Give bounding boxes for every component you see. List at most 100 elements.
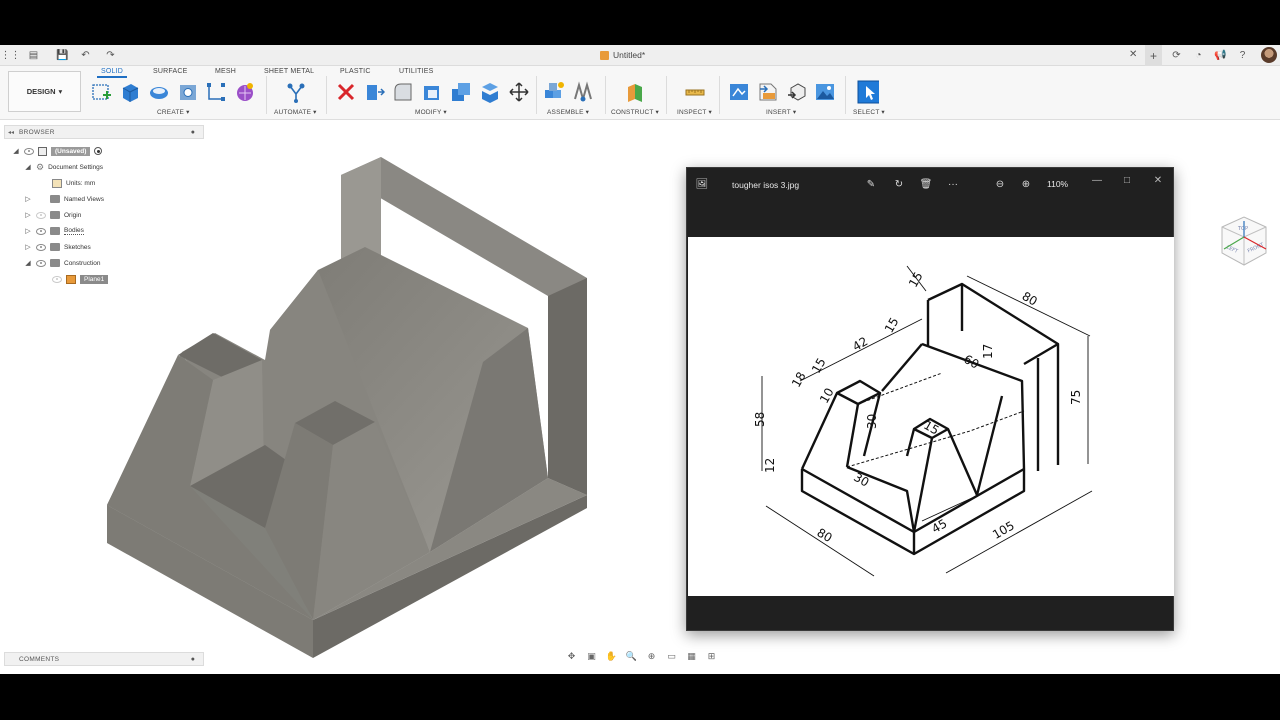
move-copy-icon[interactable] bbox=[508, 81, 530, 103]
combine-icon[interactable] bbox=[450, 81, 472, 103]
tab-plastic[interactable]: PLASTIC bbox=[340, 68, 371, 75]
extensions-icon[interactable]: ⟳ bbox=[1170, 49, 1183, 62]
orbit-icon[interactable]: ✥ bbox=[563, 650, 580, 662]
create-sketch-icon[interactable] bbox=[91, 81, 113, 103]
offset-plane-icon[interactable] bbox=[624, 81, 646, 103]
visibility-eye-icon[interactable] bbox=[36, 211, 46, 219]
tree-units[interactable]: Units: mm bbox=[52, 176, 95, 190]
expand-triangle-icon[interactable]: ◢ bbox=[12, 147, 20, 155]
tree-plane1[interactable]: Plane1 bbox=[52, 272, 109, 286]
file-menu-icon[interactable]: ▤ bbox=[27, 49, 40, 62]
group-automate-label[interactable]: AUTOMATE ▾ bbox=[274, 108, 317, 116]
expand-triangle-icon[interactable]: ◢ bbox=[24, 163, 32, 171]
extrude-box-icon[interactable] bbox=[119, 81, 141, 103]
browser-panel-header[interactable]: ◂◂ BROWSER ● bbox=[4, 125, 204, 139]
browser-pin-icon[interactable]: ● bbox=[191, 129, 195, 136]
view-cube[interactable]: TOP LEFT FRONT bbox=[1214, 213, 1274, 277]
tab-sheet-metal[interactable]: SHEET METAL bbox=[264, 68, 314, 75]
tab-mesh[interactable]: MESH bbox=[215, 68, 236, 75]
zoom-in-icon[interactable]: ⊕ bbox=[1018, 177, 1034, 191]
insert-derive-icon[interactable] bbox=[728, 81, 750, 103]
select-cursor-icon[interactable] bbox=[857, 80, 879, 104]
grid-settings-icon[interactable]: ▦ bbox=[683, 650, 700, 662]
active-radio-icon[interactable] bbox=[94, 147, 103, 155]
close-window-icon[interactable]: ✕ bbox=[1150, 173, 1166, 187]
zoom-icon[interactable]: 🔍 bbox=[623, 650, 640, 662]
insert-mesh-icon[interactable] bbox=[786, 81, 808, 103]
pan-hand-icon[interactable]: ✋ bbox=[603, 650, 620, 662]
expand-triangle-icon[interactable]: ▷ bbox=[24, 243, 32, 251]
document-tab[interactable]: Untitled* bbox=[600, 50, 645, 60]
fillet-icon[interactable] bbox=[392, 81, 414, 103]
revolve-icon[interactable] bbox=[148, 81, 170, 103]
group-create-label[interactable]: CREATE ▾ bbox=[157, 108, 190, 116]
expand-triangle-icon[interactable]: ▷ bbox=[24, 211, 32, 219]
group-assemble-label[interactable]: ASSEMBLE ▾ bbox=[547, 108, 589, 116]
split-body-icon[interactable] bbox=[479, 81, 501, 103]
tree-construction[interactable]: ◢ Construction bbox=[24, 256, 101, 270]
apps-grid-icon[interactable]: ⋮⋮ bbox=[1, 49, 21, 62]
delete-trash-icon[interactable]: 🗑 bbox=[918, 177, 934, 191]
new-component-icon[interactable] bbox=[543, 81, 565, 103]
comments-panel[interactable]: COMMENTS ● bbox=[4, 652, 204, 666]
comments-pin-icon[interactable]: ● bbox=[191, 656, 195, 663]
joint-icon[interactable] bbox=[572, 81, 594, 103]
group-construct-label[interactable]: CONSTRUCT ▾ bbox=[611, 108, 659, 116]
canvas-image-icon[interactable] bbox=[814, 81, 836, 103]
undo-icon[interactable]: ↶ bbox=[79, 49, 92, 62]
zoom-out-icon[interactable]: ⊖ bbox=[992, 177, 1008, 191]
expand-triangle-icon[interactable]: ▷ bbox=[24, 227, 32, 235]
job-status-icon[interactable]: ◔ bbox=[1192, 49, 1205, 62]
tab-solid[interactable]: SOLID bbox=[96, 68, 128, 78]
more-options-icon[interactable]: ··· bbox=[945, 177, 961, 191]
user-avatar[interactable] bbox=[1261, 47, 1277, 63]
edit-image-icon[interactable]: ✎ bbox=[863, 177, 879, 191]
maximize-icon[interactable]: □ bbox=[1119, 173, 1135, 187]
tab-utilities[interactable]: UTILITIES bbox=[399, 68, 433, 75]
tab-surface[interactable]: SURFACE bbox=[153, 68, 187, 75]
insert-svg-icon[interactable] bbox=[757, 81, 779, 103]
group-insert-label[interactable]: INSERT ▾ bbox=[766, 108, 796, 116]
shell-icon[interactable] bbox=[421, 81, 443, 103]
visibility-eye-icon[interactable] bbox=[36, 227, 46, 235]
tree-bodies[interactable]: ▷ Bodies bbox=[24, 224, 84, 238]
automate-icon[interactable] bbox=[285, 81, 307, 103]
workspace-design-button[interactable]: DESIGN ▾ bbox=[8, 71, 81, 112]
look-at-icon[interactable]: ▣ bbox=[583, 650, 600, 662]
expand-triangle-icon[interactable]: ◢ bbox=[24, 259, 32, 267]
visibility-eye-icon[interactable] bbox=[36, 243, 46, 251]
tree-root[interactable]: ◢ (Unsaved) bbox=[12, 144, 103, 158]
group-inspect-label[interactable]: INSPECT ▾ bbox=[677, 108, 712, 116]
hole-icon[interactable] bbox=[177, 81, 199, 103]
display-settings-icon[interactable]: ▭ bbox=[663, 650, 680, 662]
delete-icon[interactable] bbox=[335, 81, 357, 103]
tree-document-settings[interactable]: ◢ ⚙ Document Settings bbox=[24, 160, 103, 174]
expand-triangle-icon[interactable]: ▷ bbox=[24, 195, 32, 203]
tree-origin[interactable]: ▷ Origin bbox=[24, 208, 81, 222]
visibility-eye-icon[interactable] bbox=[52, 275, 62, 283]
photos-viewer-window[interactable]: 🖼 tougher isos 3.jpg ✎ ↻ 🗑 ··· ⊖ ⊕ 110% … bbox=[686, 167, 1174, 631]
close-tab-icon[interactable]: ✕ bbox=[1129, 49, 1137, 60]
measure-icon[interactable] bbox=[684, 81, 706, 103]
visibility-eye-icon[interactable] bbox=[24, 147, 34, 155]
visibility-eye-icon[interactable] bbox=[36, 259, 46, 267]
form-icon[interactable] bbox=[234, 81, 256, 103]
redo-icon[interactable]: ↷ bbox=[104, 49, 117, 62]
group-select-label[interactable]: SELECT ▾ bbox=[853, 108, 885, 116]
help-icon[interactable]: ? bbox=[1236, 49, 1249, 62]
rotate-icon[interactable]: ↻ bbox=[891, 177, 907, 191]
viewports-icon[interactable]: ⊞ bbox=[703, 650, 720, 662]
notifications-icon[interactable]: 📢 bbox=[1214, 49, 1227, 62]
tree-sketches[interactable]: ▷ Sketches bbox=[24, 240, 91, 254]
tree-named-views[interactable]: ▷ Named Views bbox=[24, 192, 104, 206]
new-tab-plus-icon[interactable]: + bbox=[1145, 45, 1162, 66]
group-modify-label[interactable]: MODIFY ▾ bbox=[415, 108, 447, 116]
collapse-browser-icon[interactable]: ◂◂ bbox=[8, 129, 14, 136]
pattern-icon[interactable] bbox=[205, 81, 227, 103]
minimize-icon[interactable]: — bbox=[1089, 173, 1105, 187]
gallery-icon[interactable]: 🖼 bbox=[694, 177, 710, 191]
press-pull-icon[interactable] bbox=[363, 81, 385, 103]
dim-label: 17 bbox=[981, 344, 995, 359]
fit-zoom-icon[interactable]: ⊕ bbox=[643, 650, 660, 662]
save-icon[interactable]: 💾 bbox=[56, 49, 69, 62]
